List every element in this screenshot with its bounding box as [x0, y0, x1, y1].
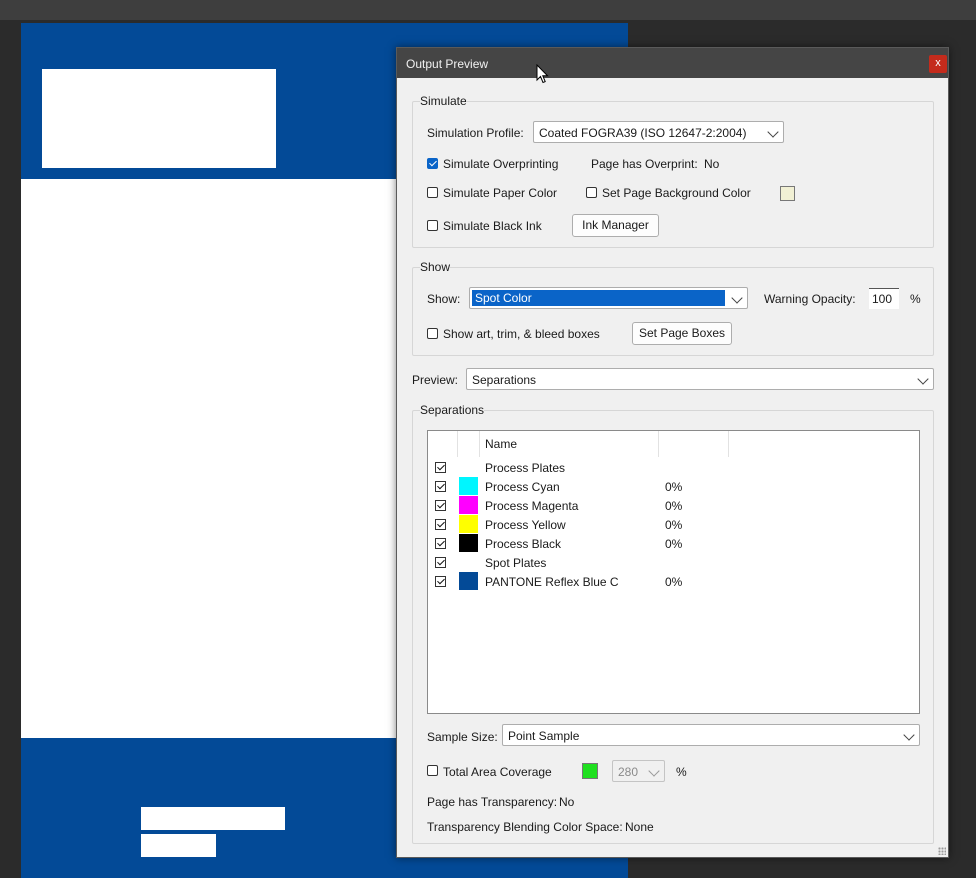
- transparency-blending-label: Transparency Blending Color Space:: [427, 820, 623, 834]
- separation-percent: 0%: [665, 518, 683, 532]
- show-label: Show:: [427, 292, 461, 306]
- list-item[interactable]: Process Plates: [428, 458, 919, 477]
- list-item[interactable]: Process Black 0%: [428, 534, 919, 553]
- separation-name: Process Yellow: [485, 518, 566, 532]
- set-page-boxes-button[interactable]: Set Page Boxes: [632, 322, 732, 345]
- column-divider: [457, 431, 458, 457]
- separation-checkbox[interactable]: [435, 462, 446, 473]
- show-boxes-label: Show art, trim, & bleed boxes: [443, 327, 600, 341]
- separation-name: PANTONE Reflex Blue C: [485, 575, 619, 589]
- preview-select[interactable]: Separations: [466, 368, 934, 390]
- separation-name: Spot Plates: [485, 556, 547, 570]
- preview-label: Preview:: [412, 373, 459, 387]
- name-column-header[interactable]: Name: [485, 437, 517, 451]
- chevron-down-icon: [767, 126, 779, 138]
- total-area-coverage-label: Total Area Coverage: [443, 765, 552, 779]
- separation-checkbox[interactable]: [435, 576, 446, 587]
- separation-percent: 0%: [665, 537, 683, 551]
- coverage-select[interactable]: 280: [612, 760, 665, 782]
- sample-size-select[interactable]: Point Sample: [502, 724, 920, 746]
- close-button[interactable]: x: [929, 55, 947, 73]
- sample-size-value: Point Sample: [508, 729, 580, 743]
- separation-name: Process Cyan: [485, 480, 560, 494]
- separations-list[interactable]: Name Process Plates Process Cyan 0% Process…: [427, 430, 920, 714]
- output-preview-dialog: Output Preview x Simulate Simulation Pro…: [396, 47, 949, 858]
- list-item[interactable]: Process Yellow 0%: [428, 515, 919, 534]
- chevron-down-icon: [917, 373, 929, 385]
- warning-opacity-input[interactable]: 100: [869, 288, 899, 309]
- list-item[interactable]: Spot Plates: [428, 553, 919, 572]
- simulate-black-ink-checkbox[interactable]: [427, 220, 438, 231]
- separation-color-swatch: [459, 534, 478, 552]
- show-select-value: Spot Color: [472, 290, 725, 306]
- coverage-percent: %: [676, 765, 687, 779]
- separation-name: Process Black: [485, 537, 562, 551]
- chevron-down-icon: [648, 765, 660, 777]
- simulation-profile-value: Coated FOGRA39 (ISO 12647-2:2004): [539, 126, 747, 140]
- show-group-label: Show: [420, 260, 451, 274]
- dialog-title: Output Preview: [406, 57, 489, 71]
- separation-color-swatch: [459, 515, 478, 533]
- separation-checkbox[interactable]: [435, 557, 446, 568]
- simulate-paper-color-checkbox[interactable]: [427, 187, 438, 198]
- separation-name: Process Plates: [485, 461, 566, 475]
- separation-name: Process Magenta: [485, 499, 579, 513]
- separation-color-swatch: [459, 496, 478, 514]
- list-item[interactable]: Process Cyan 0%: [428, 477, 919, 496]
- simulate-group-label: Simulate: [420, 94, 467, 108]
- separations-list-header: Name: [428, 431, 919, 457]
- simulate-overprinting-label: Simulate Overprinting: [443, 157, 559, 171]
- simulation-profile-label: Simulation Profile:: [427, 126, 524, 140]
- dialog-title-bar[interactable]: Output Preview x: [397, 48, 948, 78]
- page-has-transparency-value: No: [559, 795, 575, 809]
- column-divider: [479, 431, 480, 457]
- page-white-bar: [141, 834, 216, 857]
- page-has-transparency-label: Page has Transparency:: [427, 795, 558, 809]
- separation-color-swatch: [459, 572, 478, 590]
- separation-percent: 0%: [665, 575, 683, 589]
- separation-checkbox[interactable]: [435, 519, 446, 530]
- warning-opacity-percent: %: [910, 292, 921, 306]
- set-page-background-color-label: Set Page Background Color: [602, 186, 751, 200]
- app-top-bar: [0, 0, 976, 20]
- separation-color-swatch: [459, 477, 478, 495]
- separation-percent: 0%: [665, 499, 683, 513]
- page-has-overprint-label: Page has Overprint:: [591, 157, 698, 171]
- transparency-blending-value: None: [625, 820, 654, 834]
- coverage-color-swatch[interactable]: [582, 763, 598, 779]
- simulation-profile-select[interactable]: Coated FOGRA39 (ISO 12647-2:2004): [533, 121, 784, 143]
- preview-value: Separations: [472, 373, 537, 387]
- warning-opacity-value: 100: [872, 292, 893, 306]
- list-item[interactable]: PANTONE Reflex Blue C 0%: [428, 572, 919, 591]
- page-white-bar: [141, 807, 285, 830]
- show-select[interactable]: Spot Color: [469, 287, 748, 309]
- total-area-coverage-checkbox[interactable]: [427, 765, 438, 776]
- separation-checkbox[interactable]: [435, 481, 446, 492]
- warning-opacity-label: Warning Opacity:: [764, 292, 856, 306]
- chevron-down-icon: [731, 292, 743, 304]
- separation-checkbox[interactable]: [435, 500, 446, 511]
- column-divider: [728, 431, 729, 457]
- page-has-overprint-value: No: [704, 157, 720, 171]
- coverage-value: 280: [618, 765, 639, 779]
- ink-manager-button[interactable]: Ink Manager: [572, 214, 659, 237]
- chevron-down-icon: [903, 729, 915, 741]
- simulate-black-ink-label: Simulate Black Ink: [443, 219, 542, 233]
- column-divider: [658, 431, 659, 457]
- set-page-background-color-checkbox[interactable]: [586, 187, 597, 198]
- sample-size-label: Sample Size:: [427, 730, 498, 744]
- resize-grip-icon[interactable]: [938, 847, 946, 855]
- list-item[interactable]: Process Magenta 0%: [428, 496, 919, 515]
- separation-percent: 0%: [665, 480, 683, 494]
- mouse-cursor-icon: [536, 64, 549, 84]
- show-boxes-checkbox[interactable]: [427, 328, 438, 339]
- page-white-block: [42, 69, 276, 168]
- separation-checkbox[interactable]: [435, 538, 446, 549]
- simulate-overprinting-checkbox[interactable]: [427, 158, 438, 169]
- separations-group-label: Separations: [420, 403, 485, 417]
- simulate-paper-color-label: Simulate Paper Color: [443, 186, 558, 200]
- background-color-swatch[interactable]: [780, 186, 795, 201]
